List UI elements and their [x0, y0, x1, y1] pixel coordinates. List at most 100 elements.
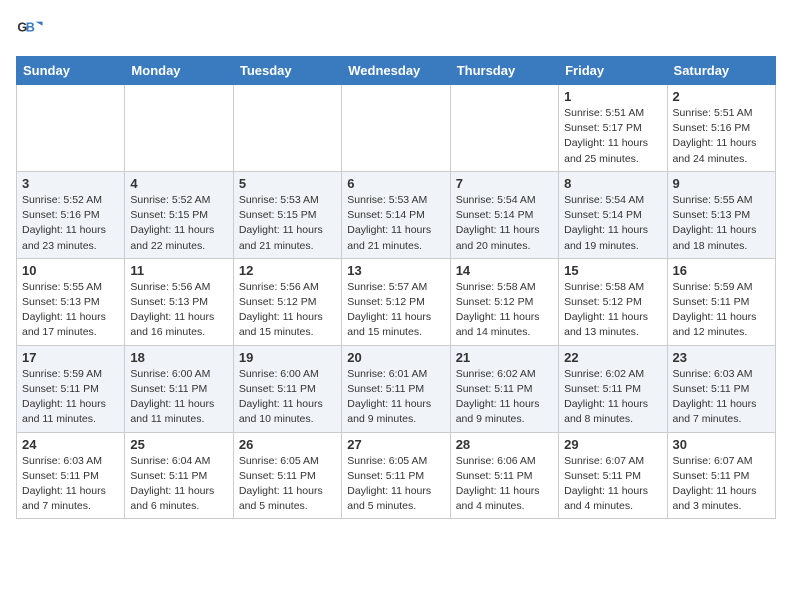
day-info: Sunrise: 5:59 AMSunset: 5:11 PMDaylight:…	[673, 280, 770, 341]
day-info: Sunrise: 5:58 AMSunset: 5:12 PMDaylight:…	[456, 280, 553, 341]
weekday-header-row: SundayMondayTuesdayWednesdayThursdayFrid…	[17, 57, 776, 85]
day-cell-14: 14 Sunrise: 5:58 AMSunset: 5:12 PMDayligh…	[450, 258, 558, 345]
day-cell-18: 18 Sunrise: 6:00 AMSunset: 5:11 PMDayligh…	[125, 345, 233, 432]
day-info: Sunrise: 5:52 AMSunset: 5:15 PMDaylight:…	[130, 193, 227, 254]
day-info: Sunrise: 5:54 AMSunset: 5:14 PMDaylight:…	[456, 193, 553, 254]
week-row-5: 24 Sunrise: 6:03 AMSunset: 5:11 PMDayligh…	[17, 432, 776, 519]
day-number: 22	[564, 350, 661, 365]
day-cell-15: 15 Sunrise: 5:58 AMSunset: 5:12 PMDayligh…	[559, 258, 667, 345]
day-number: 16	[673, 263, 770, 278]
weekday-header-sunday: Sunday	[17, 57, 125, 85]
day-info: Sunrise: 5:57 AMSunset: 5:12 PMDaylight:…	[347, 280, 444, 341]
day-number: 27	[347, 437, 444, 452]
day-info: Sunrise: 5:52 AMSunset: 5:16 PMDaylight:…	[22, 193, 119, 254]
day-number: 6	[347, 176, 444, 191]
day-cell-28: 28 Sunrise: 6:06 AMSunset: 5:11 PMDayligh…	[450, 432, 558, 519]
day-info: Sunrise: 5:56 AMSunset: 5:12 PMDaylight:…	[239, 280, 336, 341]
day-info: Sunrise: 6:06 AMSunset: 5:11 PMDaylight:…	[456, 454, 553, 515]
day-cell-30: 30 Sunrise: 6:07 AMSunset: 5:11 PMDayligh…	[667, 432, 775, 519]
weekday-header-saturday: Saturday	[667, 57, 775, 85]
day-cell-12: 12 Sunrise: 5:56 AMSunset: 5:12 PMDayligh…	[233, 258, 341, 345]
day-number: 7	[456, 176, 553, 191]
day-info: Sunrise: 6:05 AMSunset: 5:11 PMDaylight:…	[347, 454, 444, 515]
day-cell-24: 24 Sunrise: 6:03 AMSunset: 5:11 PMDayligh…	[17, 432, 125, 519]
day-info: Sunrise: 5:55 AMSunset: 5:13 PMDaylight:…	[673, 193, 770, 254]
day-number: 20	[347, 350, 444, 365]
day-info: Sunrise: 6:02 AMSunset: 5:11 PMDaylight:…	[564, 367, 661, 428]
empty-cell	[342, 85, 450, 172]
day-cell-1: 1 Sunrise: 5:51 AMSunset: 5:17 PMDaylight…	[559, 85, 667, 172]
weekday-header-monday: Monday	[125, 57, 233, 85]
day-info: Sunrise: 5:53 AMSunset: 5:14 PMDaylight:…	[347, 193, 444, 254]
weekday-header-friday: Friday	[559, 57, 667, 85]
day-number: 19	[239, 350, 336, 365]
day-info: Sunrise: 6:03 AMSunset: 5:11 PMDaylight:…	[22, 454, 119, 515]
day-cell-17: 17Sunrise: 5:59 AMSunset: 5:11 PMDayligh…	[17, 345, 125, 432]
empty-cell	[17, 85, 125, 172]
day-cell-25: 25 Sunrise: 6:04 AMSunset: 5:11 PMDayligh…	[125, 432, 233, 519]
day-cell-4: 4 Sunrise: 5:52 AMSunset: 5:15 PMDaylight…	[125, 171, 233, 258]
day-number: 15	[564, 263, 661, 278]
day-cell-20: 20 Sunrise: 6:01 AMSunset: 5:11 PMDayligh…	[342, 345, 450, 432]
day-info: Sunrise: 6:01 AMSunset: 5:11 PMDaylight:…	[347, 367, 444, 428]
day-info: Sunrise: 6:02 AMSunset: 5:11 PMDaylight:…	[456, 367, 553, 428]
day-number: 9	[673, 176, 770, 191]
day-number: 5	[239, 176, 336, 191]
day-number: 30	[673, 437, 770, 452]
day-cell-23: 23 Sunrise: 6:03 AMSunset: 5:11 PMDayligh…	[667, 345, 775, 432]
day-cell-16: 16 Sunrise: 5:59 AMSunset: 5:11 PMDayligh…	[667, 258, 775, 345]
weekday-header-thursday: Thursday	[450, 57, 558, 85]
day-number: 23	[673, 350, 770, 365]
week-row-1: 1 Sunrise: 5:51 AMSunset: 5:17 PMDaylight…	[17, 85, 776, 172]
calendar-table: SundayMondayTuesdayWednesdayThursdayFrid…	[16, 56, 776, 519]
day-info: Sunrise: 5:56 AMSunset: 5:13 PMDaylight:…	[130, 280, 227, 341]
day-number: 25	[130, 437, 227, 452]
day-info: Sunrise: 5:54 AMSunset: 5:14 PMDaylight:…	[564, 193, 661, 254]
day-cell-5: 5Sunrise: 5:53 AMSunset: 5:15 PMDaylight…	[233, 171, 341, 258]
day-number: 14	[456, 263, 553, 278]
empty-cell	[450, 85, 558, 172]
day-info: Sunrise: 5:58 AMSunset: 5:12 PMDaylight:…	[564, 280, 661, 341]
day-number: 29	[564, 437, 661, 452]
day-cell-26: 26 Sunrise: 6:05 AMSunset: 5:11 PMDayligh…	[233, 432, 341, 519]
day-cell-22: 22 Sunrise: 6:02 AMSunset: 5:11 PMDayligh…	[559, 345, 667, 432]
day-number: 3	[22, 176, 119, 191]
day-info: Sunrise: 6:03 AMSunset: 5:11 PMDaylight:…	[673, 367, 770, 428]
day-number: 26	[239, 437, 336, 452]
day-number: 4	[130, 176, 227, 191]
page-header: G B	[16, 16, 776, 44]
day-cell-19: 19 Sunrise: 6:00 AMSunset: 5:11 PMDayligh…	[233, 345, 341, 432]
day-number: 11	[130, 263, 227, 278]
day-number: 24	[22, 437, 119, 452]
week-row-3: 10Sunrise: 5:55 AMSunset: 5:13 PMDayligh…	[17, 258, 776, 345]
empty-cell	[125, 85, 233, 172]
day-number: 1	[564, 89, 661, 104]
day-number: 2	[673, 89, 770, 104]
day-cell-27: 27 Sunrise: 6:05 AMSunset: 5:11 PMDayligh…	[342, 432, 450, 519]
day-number: 18	[130, 350, 227, 365]
day-info: Sunrise: 6:04 AMSunset: 5:11 PMDaylight:…	[130, 454, 227, 515]
day-info: Sunrise: 5:51 AMSunset: 5:17 PMDaylight:…	[564, 106, 661, 167]
day-cell-29: 29 Sunrise: 6:07 AMSunset: 5:11 PMDayligh…	[559, 432, 667, 519]
day-cell-8: 8Sunrise: 5:54 AMSunset: 5:14 PMDaylight…	[559, 171, 667, 258]
day-number: 13	[347, 263, 444, 278]
day-cell-13: 13 Sunrise: 5:57 AMSunset: 5:12 PMDayligh…	[342, 258, 450, 345]
day-info: Sunrise: 6:07 AMSunset: 5:11 PMDaylight:…	[673, 454, 770, 515]
day-number: 17	[22, 350, 119, 365]
day-cell-10: 10Sunrise: 5:55 AMSunset: 5:13 PMDayligh…	[17, 258, 125, 345]
day-info: Sunrise: 6:07 AMSunset: 5:11 PMDaylight:…	[564, 454, 661, 515]
day-cell-6: 6 Sunrise: 5:53 AMSunset: 5:14 PMDaylight…	[342, 171, 450, 258]
day-number: 21	[456, 350, 553, 365]
day-cell-2: 2 Sunrise: 5:51 AMSunset: 5:16 PMDaylight…	[667, 85, 775, 172]
week-row-2: 3 Sunrise: 5:52 AMSunset: 5:16 PMDaylight…	[17, 171, 776, 258]
day-cell-11: 11 Sunrise: 5:56 AMSunset: 5:13 PMDayligh…	[125, 258, 233, 345]
day-info: Sunrise: 6:05 AMSunset: 5:11 PMDaylight:…	[239, 454, 336, 515]
day-number: 12	[239, 263, 336, 278]
weekday-header-wednesday: Wednesday	[342, 57, 450, 85]
day-cell-21: 21 Sunrise: 6:02 AMSunset: 5:11 PMDayligh…	[450, 345, 558, 432]
day-info: Sunrise: 6:00 AMSunset: 5:11 PMDaylight:…	[130, 367, 227, 428]
day-info: Sunrise: 6:00 AMSunset: 5:11 PMDaylight:…	[239, 367, 336, 428]
day-info: Sunrise: 5:51 AMSunset: 5:16 PMDaylight:…	[673, 106, 770, 167]
day-cell-3: 3 Sunrise: 5:52 AMSunset: 5:16 PMDaylight…	[17, 171, 125, 258]
day-number: 28	[456, 437, 553, 452]
